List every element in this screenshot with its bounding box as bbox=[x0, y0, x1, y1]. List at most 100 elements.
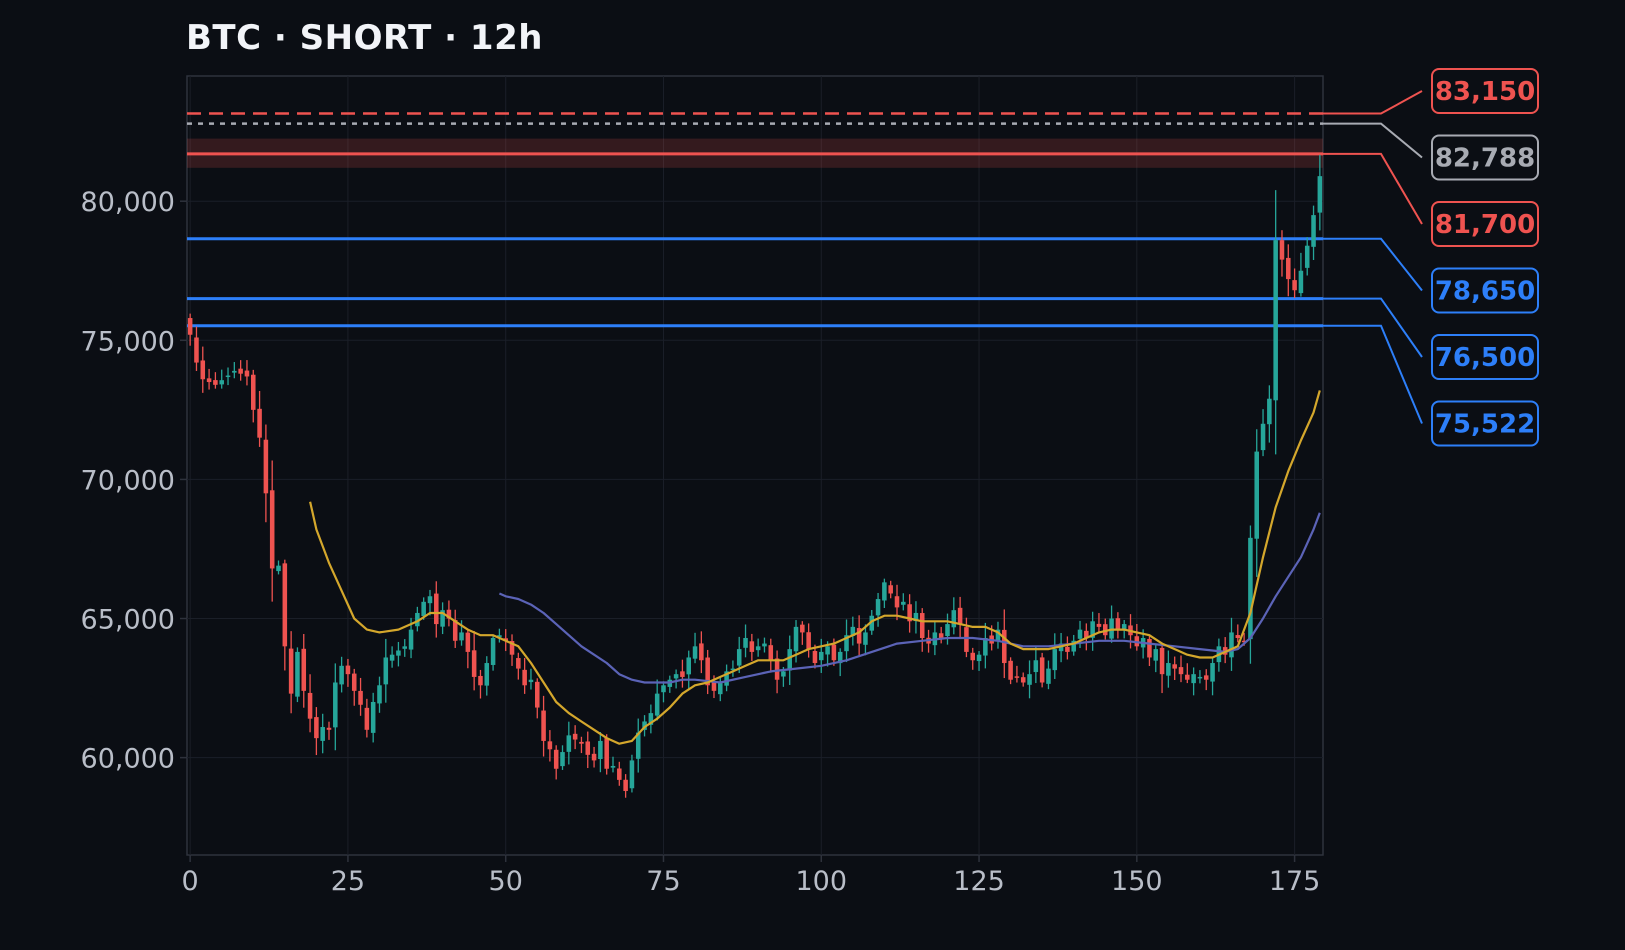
candle-body bbox=[1311, 215, 1316, 247]
candle-body bbox=[307, 692, 313, 719]
candlestick-chart: 0 25 50 75 100 125 150 175 60,000 65,000 70,000 75,… bbox=[81, 68, 1539, 897]
candle-body bbox=[768, 645, 774, 661]
candle-body bbox=[320, 727, 325, 741]
candle-body bbox=[408, 629, 414, 650]
candle-body bbox=[566, 735, 572, 752]
candle-body bbox=[1178, 667, 1184, 675]
candle-body bbox=[1254, 451, 1260, 539]
candle-body bbox=[389, 654, 395, 661]
candle-body bbox=[364, 707, 370, 730]
candle-body bbox=[1260, 423, 1266, 451]
candle-body bbox=[1166, 663, 1171, 676]
candle-body bbox=[326, 727, 332, 730]
candle-body bbox=[257, 408, 262, 438]
candle-body bbox=[749, 641, 755, 652]
candle-body bbox=[522, 669, 527, 686]
candle-body bbox=[1002, 629, 1007, 664]
level-label-text: 81,700 bbox=[1435, 210, 1535, 240]
candle-body bbox=[1033, 660, 1039, 673]
candle-body bbox=[250, 374, 256, 410]
candle-body bbox=[1229, 632, 1234, 658]
candle-body bbox=[1210, 663, 1215, 682]
candle-body bbox=[471, 650, 477, 677]
x-tick-label: 175 bbox=[1269, 866, 1321, 897]
candle-body bbox=[490, 637, 496, 665]
y-tick-label: 80,000 bbox=[81, 187, 175, 218]
candle-body bbox=[263, 439, 269, 494]
candle-body bbox=[383, 657, 389, 685]
candle-body bbox=[232, 370, 237, 373]
candle-body bbox=[1279, 240, 1285, 260]
level-connector bbox=[1323, 122, 1423, 159]
candle-body bbox=[818, 651, 824, 661]
candle-body bbox=[1039, 657, 1045, 683]
x-tick-label: 150 bbox=[1111, 866, 1163, 897]
chart-stage: BTC · SHORT · 12h 0 25 50 75 100 125 150 175 60,… bbox=[0, 0, 1625, 950]
candle-body bbox=[1153, 649, 1159, 661]
x-tick-label: 125 bbox=[953, 866, 1005, 897]
candle-body bbox=[377, 685, 382, 704]
candle-body bbox=[654, 693, 660, 716]
candle-body bbox=[1304, 245, 1310, 268]
candle-body bbox=[585, 741, 591, 755]
candle-body bbox=[553, 749, 559, 769]
candle-body bbox=[945, 624, 950, 636]
candle-body bbox=[200, 360, 206, 380]
candle-body bbox=[187, 318, 193, 335]
candle-body bbox=[572, 733, 578, 740]
candle-body bbox=[617, 768, 622, 780]
x-tick-label: 100 bbox=[795, 866, 847, 897]
candle-body bbox=[206, 378, 212, 383]
candle-body bbox=[882, 582, 887, 601]
candle-body bbox=[970, 652, 976, 661]
y-tick-label: 70,000 bbox=[81, 465, 175, 496]
candle-body bbox=[825, 646, 830, 655]
candle-body bbox=[1273, 240, 1278, 401]
candle-body bbox=[610, 765, 616, 768]
candle-body bbox=[1052, 649, 1058, 671]
x-tick-label: 25 bbox=[331, 866, 365, 897]
level-connector bbox=[1323, 237, 1423, 292]
level-connector bbox=[1323, 324, 1423, 424]
candle-body bbox=[957, 607, 963, 625]
candle-body bbox=[755, 646, 761, 651]
candle-body bbox=[276, 565, 281, 572]
plot-area bbox=[186, 75, 1324, 856]
candle-body bbox=[787, 649, 792, 671]
y-tick-label: 65,000 bbox=[81, 605, 175, 636]
candle-body bbox=[598, 740, 603, 760]
candle-body bbox=[699, 643, 704, 661]
level-connector bbox=[1323, 152, 1423, 225]
candle-body bbox=[459, 632, 464, 641]
candle-body bbox=[863, 632, 868, 645]
candle-body bbox=[421, 601, 426, 617]
candle-body bbox=[1267, 398, 1272, 425]
y-tick-label: 75,000 bbox=[81, 326, 175, 357]
candle-body bbox=[244, 370, 250, 377]
candle-body bbox=[692, 646, 698, 659]
candle-body bbox=[541, 710, 546, 741]
candle-body bbox=[888, 585, 893, 594]
candle-body bbox=[781, 671, 786, 677]
candle-body bbox=[484, 663, 490, 686]
candle-body bbox=[213, 380, 218, 385]
candle-body bbox=[427, 596, 433, 604]
candle-body bbox=[1008, 660, 1013, 680]
candle-body bbox=[547, 741, 553, 750]
candle-body bbox=[402, 646, 408, 649]
candle-body bbox=[225, 375, 231, 378]
candle-body bbox=[1147, 638, 1152, 658]
candle-body bbox=[1172, 664, 1177, 669]
candle-body bbox=[604, 738, 609, 769]
candle-body bbox=[623, 779, 628, 792]
candle-body bbox=[269, 490, 275, 569]
candle-body bbox=[295, 651, 300, 697]
candle-body bbox=[478, 675, 483, 686]
level-connector bbox=[1323, 297, 1423, 358]
candle-body bbox=[736, 649, 742, 666]
candle-body bbox=[951, 610, 957, 628]
candle-body bbox=[370, 701, 376, 733]
candle-body bbox=[238, 368, 243, 374]
candle-body bbox=[938, 633, 944, 638]
candle-body bbox=[1292, 280, 1297, 291]
